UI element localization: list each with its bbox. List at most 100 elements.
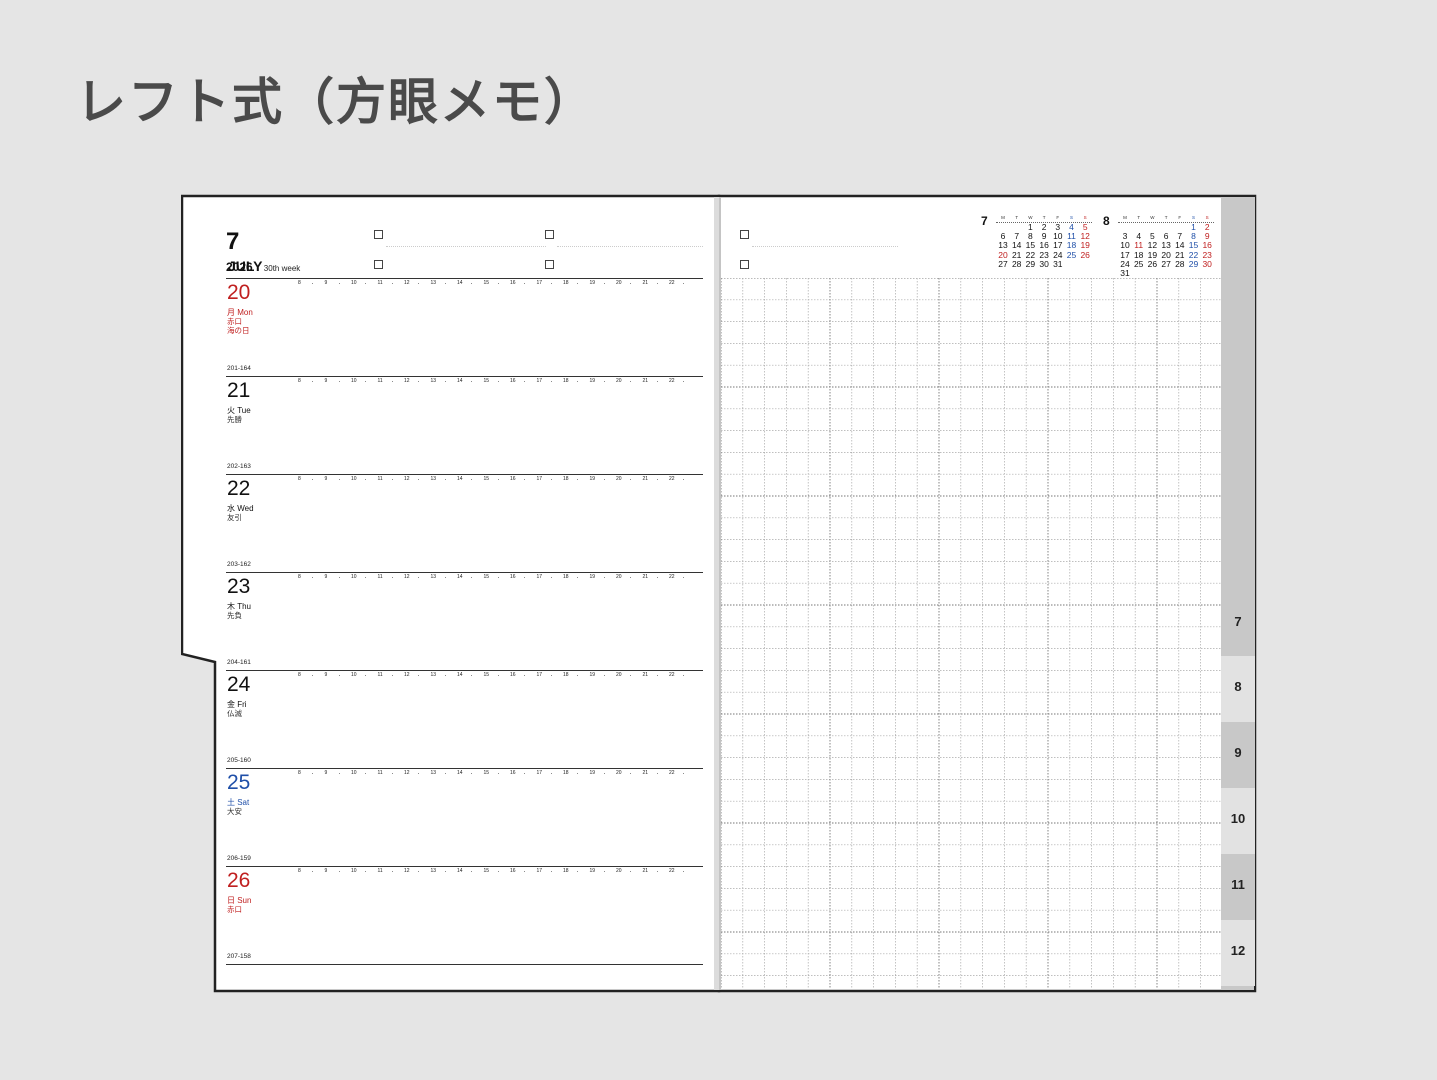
- day-row[interactable]: 25 土 Sat 大安 206-159 8 9 10 11 12 13 14 15 16 17 18 19 20…: [226, 768, 703, 866]
- half-hour-dot: [550, 577, 552, 579]
- half-hour-dot: [550, 773, 552, 775]
- half-hour-dot: [338, 577, 340, 579]
- day-number: 25: [227, 771, 251, 794]
- half-hour-dot: [444, 577, 446, 579]
- half-hour-dot: [497, 283, 499, 285]
- mini-calendar-date: 31: [1120, 268, 1130, 278]
- hour-label: 17: [536, 672, 543, 678]
- grid-memo-area[interactable]: [721, 278, 1221, 988]
- checkbox[interactable]: [374, 260, 383, 269]
- mini-calendar-weekday: T: [1137, 215, 1141, 220]
- month-tab-7[interactable]: 7: [1221, 197, 1255, 656]
- day-row[interactable]: 23 木 Thu 先負 204-161 8 9 10 11 12 13 14 15 16 17 18 19 20…: [226, 572, 703, 670]
- month-tab-12[interactable]: 12: [1221, 920, 1255, 986]
- checkbox[interactable]: [545, 230, 554, 239]
- checkbox[interactable]: [374, 230, 383, 239]
- month-tab-label: 12: [1230, 943, 1246, 958]
- day-row[interactable]: 20 月 Mon 赤口 海の日 201-164 8 9 10 11 12 13 14 15 16 17 18 1…: [226, 278, 703, 376]
- hour-label: 19: [589, 574, 596, 580]
- hour-label: 17: [536, 574, 543, 580]
- half-hour-dot: [365, 871, 367, 873]
- hour-label: 11: [377, 574, 383, 580]
- half-hour-dot: [550, 871, 552, 873]
- day-row[interactable]: 21 火 Tue 先勝 202-163 8 9 10 11 12 13 14 15 16 17 18 19 20…: [226, 376, 703, 474]
- half-hour-dot: [471, 675, 473, 677]
- hour-label: 20: [616, 770, 622, 776]
- hour-label: 12: [404, 280, 410, 286]
- checkbox[interactable]: [740, 230, 749, 239]
- half-hour-dot: [497, 479, 499, 481]
- half-hour-dot: [418, 773, 420, 775]
- hour-label: 20: [616, 574, 622, 580]
- half-hour-dot: [391, 479, 393, 481]
- hour-label: 9: [324, 574, 328, 580]
- half-hour-dot: [630, 577, 632, 579]
- half-hour-dot: [603, 773, 605, 775]
- hour-label: 9: [324, 280, 328, 286]
- checkbox[interactable]: [740, 260, 749, 269]
- mini-calendar-date: 26: [1080, 249, 1090, 260]
- mini-calendar-weekday: T: [1164, 215, 1168, 220]
- half-hour-dot: [656, 479, 658, 481]
- day-rule: [226, 278, 703, 279]
- mini-calendar-date: 27: [1161, 258, 1171, 269]
- half-hour-dot: [338, 381, 340, 383]
- month-tab-10[interactable]: 10: [1221, 788, 1255, 854]
- day-row[interactable]: 24 金 Fri 仏滅 205-160 8 9 10 11 12 13 14 15 16 17 18 19 20…: [226, 670, 703, 768]
- half-hour-dot: [630, 675, 632, 677]
- hour-label: 21: [642, 476, 649, 482]
- day-count: 205-160: [227, 757, 251, 764]
- hour-label: 12: [404, 672, 410, 678]
- half-hour-dot: [550, 675, 552, 677]
- month-number: 7: [226, 228, 240, 255]
- half-hour-dot: [603, 577, 605, 579]
- mini-calendar-weekday: T: [1015, 215, 1019, 220]
- checkbox[interactable]: [545, 260, 554, 269]
- month-tab-label: 10: [1230, 811, 1246, 826]
- half-hour-dot: [338, 479, 340, 481]
- hour-label: 14: [457, 280, 463, 286]
- half-hour-dot: [577, 479, 579, 481]
- hour-label: 21: [642, 672, 649, 678]
- half-hour-dot: [524, 381, 526, 383]
- hour-label: 15: [483, 672, 490, 678]
- half-hour-dot: [418, 479, 420, 481]
- half-hour-dot: [418, 577, 420, 579]
- hour-label: 17: [536, 476, 543, 482]
- hour-label: 21: [642, 574, 649, 580]
- hour-scale: 8 9 10 11 12 13 14 15 16 17 18 19 20 21 22: [298, 476, 698, 484]
- half-hour-dot: [683, 577, 685, 579]
- half-hour-dot: [656, 381, 658, 383]
- half-hour-dot: [524, 675, 526, 677]
- hour-label: 16: [510, 476, 516, 482]
- month-tab-8[interactable]: 8: [1221, 656, 1255, 722]
- hour-label: 22: [669, 672, 675, 678]
- hour-label: 9: [324, 672, 328, 678]
- hour-label: 17: [536, 868, 543, 874]
- hour-label: 10: [351, 476, 357, 482]
- month-tab-11[interactable]: 11: [1221, 854, 1255, 920]
- hour-label: 12: [404, 378, 410, 384]
- day-number: 21: [227, 379, 251, 402]
- half-hour-dot: [312, 577, 314, 579]
- half-hour-dot: [391, 283, 393, 285]
- day-row[interactable]: 26 日 Sun 赤口 207-158 8 9 10 11 12 13 14 15 16 17 18 19 20…: [226, 866, 703, 964]
- day-number: 23: [227, 575, 251, 598]
- half-hour-dot: [577, 283, 579, 285]
- month-tab-label: 9: [1234, 745, 1242, 760]
- todo-line: [752, 246, 898, 247]
- day-count: 201-164: [227, 365, 251, 372]
- half-hour-dot: [338, 675, 340, 677]
- hour-label: 9: [324, 476, 328, 482]
- half-hour-dot: [444, 871, 446, 873]
- half-hour-dot: [683, 773, 685, 775]
- month-tab-9[interactable]: 9: [1221, 722, 1255, 788]
- mini-calendar-weekday: W: [1028, 215, 1033, 220]
- hour-label: 13: [430, 476, 437, 482]
- half-hour-dot: [312, 675, 314, 677]
- half-hour-dot: [444, 479, 446, 481]
- half-hour-dot: [550, 479, 552, 481]
- hour-label: 11: [377, 280, 383, 286]
- day-row[interactable]: 22 水 Wed 友引 203-162 8 9 10 11 12 13 14 15 16 17 18 19 20…: [226, 474, 703, 572]
- half-hour-dot: [312, 871, 314, 873]
